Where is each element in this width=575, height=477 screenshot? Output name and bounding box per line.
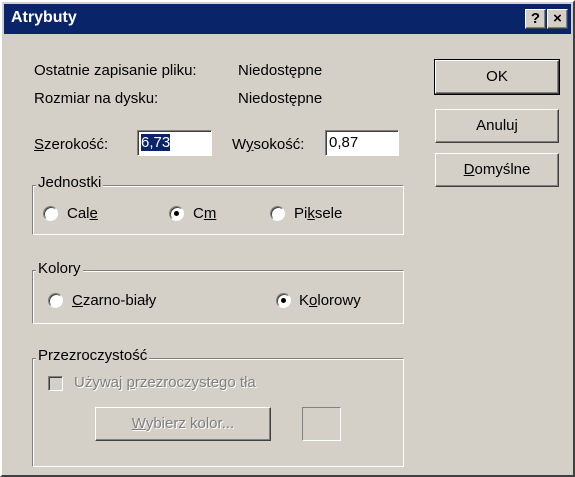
radio-cm-label[interactable]: Cm (193, 205, 216, 222)
help-button[interactable]: ? (525, 9, 546, 29)
radio-color-dot (281, 298, 286, 303)
defaults-label-accel: D (463, 161, 475, 178)
choose-color-button[interactable]: Wybierz kolor... (95, 407, 271, 441)
use-label-rest: rzezroczystego tła (134, 374, 256, 391)
width-label-rest: zerokość: (44, 136, 109, 153)
attributes-dialog: Atrybuty ? × Ostatnie zapisanie pliku: N… (0, 0, 575, 477)
bw-label-rest: zarno-biały (82, 292, 157, 309)
cancel-button[interactable]: Anuluj (435, 109, 559, 143)
color-label-rest: lorowy (317, 292, 361, 309)
radio-inches-label[interactable]: Cale (67, 205, 98, 222)
units-legend: Jednostki (36, 174, 104, 191)
radio-pixels-label[interactable]: Piksele (294, 205, 342, 222)
height-field[interactable]: 0,87 (325, 130, 399, 156)
radio-cm-dot (174, 211, 179, 216)
disk-size-label: Rozmiar na dysku: (34, 90, 159, 107)
use-transparency-checkbox[interactable] (48, 376, 63, 391)
width-field[interactable]: 6,73 (137, 130, 212, 156)
last-saved-label: Ostatnie zapisanie pliku: (34, 62, 197, 79)
height-value: 0,87 (329, 134, 359, 151)
defaults-button[interactable]: Domyślne (435, 153, 559, 187)
radio-black-white[interactable] (48, 293, 63, 308)
colors-legend: Kolory (36, 260, 83, 277)
radio-black-white-label[interactable]: Czarno-biały (72, 292, 156, 309)
height-label-pre: W (232, 136, 247, 153)
last-saved-value: Niedostępne (238, 62, 323, 79)
disk-size-value: Niedostępne (238, 90, 323, 107)
height-label-rest: sokość: (253, 136, 305, 153)
ok-button[interactable]: OK (434, 59, 560, 95)
radio-cm[interactable] (169, 206, 184, 221)
window-title: Atrybuty (11, 9, 77, 26)
height-label-accel: y (246, 136, 254, 153)
title-bar[interactable]: Atrybuty ? × (4, 4, 571, 34)
choose-label-accel: W (131, 415, 146, 432)
transparent-color-swatch (302, 407, 341, 441)
use-label-accel: p (126, 374, 135, 391)
cm-label-pre: C (193, 205, 204, 222)
inches-label-accel: e (89, 205, 98, 222)
pixels-label-rest: sele (314, 205, 343, 222)
pixels-label-pre: Pi (294, 205, 308, 222)
close-icon[interactable]: × (547, 9, 568, 29)
width-label: Szerokość: (34, 136, 108, 153)
color-label-pre: K (299, 292, 310, 309)
radio-pixels[interactable] (270, 206, 285, 221)
use-transparency-label[interactable]: Używaj przezroczystego tła (74, 374, 256, 391)
radio-color-label[interactable]: Kolorowy (299, 292, 361, 309)
cm-label-accel: m (203, 205, 217, 222)
choose-label-rest: ybierz kolor... (145, 415, 235, 432)
height-label: Wysokość: (232, 136, 304, 153)
width-label-accel: S (34, 136, 45, 153)
radio-color[interactable] (276, 293, 291, 308)
pixels-label-accel: k (307, 205, 315, 222)
inches-label-pre: Cal (67, 205, 90, 222)
defaults-label-rest: omyślne (474, 161, 531, 178)
bw-label-accel: C (72, 292, 83, 309)
width-value: 6,73 (141, 134, 171, 151)
use-label-pre: Używaj (74, 374, 127, 391)
transparency-legend: Przezroczystość (36, 347, 150, 364)
radio-inches[interactable] (43, 206, 58, 221)
